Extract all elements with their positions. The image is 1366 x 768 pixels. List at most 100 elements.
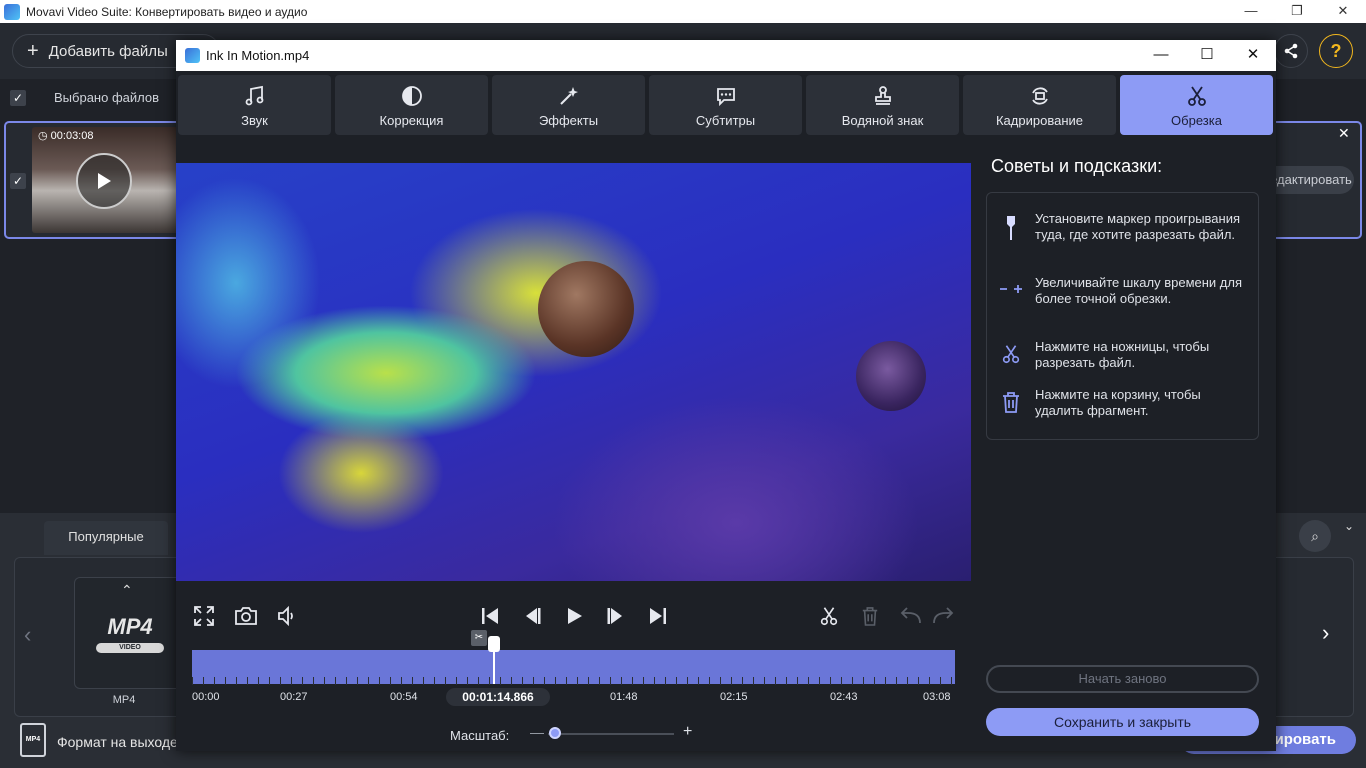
go-to-end-button[interactable] [644, 602, 672, 630]
tab-label: Субтитры [695, 112, 756, 128]
help-button[interactable]: ? [1319, 34, 1353, 68]
timeline-ticks [192, 677, 955, 685]
zoom-out-icon[interactable]: — [530, 724, 544, 740]
tab-label: Обрезка [1171, 112, 1222, 128]
scissors-icon [987, 339, 1035, 371]
thumbnail-play-button[interactable] [76, 153, 132, 209]
delete-fragment-button[interactable] [856, 602, 884, 630]
mp4-logo-sub: VIDEO [96, 643, 164, 653]
timeline-label: 02:15 [720, 691, 748, 703]
redo-icon [933, 607, 954, 624]
play-icon [98, 173, 111, 189]
music-note-icon [243, 83, 267, 109]
maximize-button[interactable]: ❐ [1274, 0, 1320, 23]
scissors-icon [1185, 83, 1209, 109]
tips-box: Установите маркер проигрывания туда, где… [986, 192, 1259, 440]
tip-text: Нажмите на ножницы, чтобы разрезать файл… [1035, 339, 1210, 370]
tab-label: Эффекты [538, 112, 599, 128]
speech-bubble-icon [714, 83, 738, 109]
timeline-label: 00:00 [192, 691, 220, 703]
tab-sound[interactable]: Звук [178, 75, 331, 135]
dialog-maximize-button[interactable]: ☐ [1184, 40, 1230, 71]
step-back-icon [526, 608, 541, 624]
editor-tabs: Звук Коррекция Эффекты Субтитры Водяной … [178, 75, 1276, 136]
tab-label: Коррекция [379, 112, 444, 128]
timeline-label: 00:54 [390, 691, 418, 703]
tab-trim[interactable]: Обрезка [1120, 75, 1273, 135]
app-logo-icon [4, 3, 20, 20]
tip-item: Установите маркер проигрывания туда, где… [987, 211, 1260, 243]
zoom-in-icon[interactable]: + [683, 723, 692, 741]
selected-files-label: Выбрано файлов [54, 90, 159, 105]
magic-wand-icon [557, 83, 581, 109]
next-frame-button[interactable] [602, 602, 630, 630]
format-tile-caption: MP4 [112, 694, 136, 706]
collapse-panel-icon[interactable]: ⌄ [1344, 519, 1354, 533]
chevron-up-icon[interactable]: ⌃ [121, 582, 133, 599]
tab-crop[interactable]: Кадрирование [963, 75, 1116, 135]
playhead-handle[interactable] [488, 636, 500, 652]
restart-button[interactable]: Начать заново [986, 665, 1259, 693]
output-format-icon: MP4 [20, 723, 46, 757]
trash-icon [987, 387, 1035, 419]
file-checkbox[interactable]: ✓ [10, 173, 26, 189]
minimize-button[interactable]: — [1228, 0, 1274, 23]
dialog-title: Ink In Motion.mp4 [206, 48, 310, 63]
tab-popular[interactable]: Популярные [44, 521, 168, 555]
zoom-timeline-icon [987, 275, 1035, 307]
redo-button[interactable] [928, 602, 956, 630]
formats-prev-icon[interactable]: ‹ [24, 622, 31, 648]
marker-icon [987, 211, 1035, 243]
cut-marker-icon[interactable]: ✂ [471, 630, 487, 646]
formats-next-icon[interactable]: › [1322, 620, 1329, 646]
tip-text: Увеличивайте шкалу времени для более точ… [1035, 275, 1242, 306]
plus-icon: + [27, 40, 39, 62]
video-preview[interactable] [176, 163, 971, 581]
trash-icon [862, 607, 878, 626]
tip-item: Нажмите на ножницы, чтобы разрезать файл… [987, 339, 1260, 371]
volume-button[interactable] [273, 602, 301, 630]
tab-watermark[interactable]: Водяной знак [806, 75, 959, 135]
search-format-icon[interactable]: ⌕ [1299, 520, 1331, 552]
go-to-start-button[interactable] [476, 602, 504, 630]
stamp-icon [871, 83, 895, 109]
fullscreen-icon [194, 606, 214, 626]
previous-frame-button[interactable] [518, 602, 546, 630]
play-button[interactable] [560, 602, 588, 630]
remove-file-icon[interactable]: ✕ [1338, 125, 1350, 142]
tab-subtitles[interactable]: Субтитры [649, 75, 802, 135]
undo-button[interactable] [898, 602, 926, 630]
fullscreen-button[interactable] [190, 602, 218, 630]
timeline-track[interactable] [192, 650, 955, 685]
zoom-slider-track[interactable] [548, 733, 674, 735]
share-button[interactable] [1274, 34, 1308, 68]
dialog-close-button[interactable]: ✕ [1230, 40, 1276, 71]
trim-dialog: Ink In Motion.mp4 — ☐ ✕ Звук Коррекция Э… [176, 40, 1276, 751]
app-titlebar: Movavi Video Suite: Конвертировать видео… [0, 0, 1366, 23]
save-and-close-button[interactable]: Сохранить и закрыть [986, 708, 1259, 736]
dialog-minimize-button[interactable]: — [1138, 40, 1184, 71]
output-format-label: Формат на выходе [57, 734, 178, 750]
cut-button[interactable] [815, 602, 843, 630]
tip-text: Нажмите на корзину, чтобы удалить фрагме… [1035, 387, 1201, 418]
tab-correction[interactable]: Коррекция [335, 75, 488, 135]
thumbnail-duration: ◷ 00:03:08 [38, 130, 94, 142]
share-icon [1284, 43, 1298, 59]
tab-label: Звук [241, 112, 268, 128]
close-button[interactable]: ✕ [1320, 0, 1366, 23]
tip-text: Установите маркер проигрывания туда, где… [1035, 211, 1241, 242]
snapshot-button[interactable] [232, 602, 260, 630]
add-files-label: Добавить файлы [48, 42, 168, 60]
zoom-slider-handle[interactable] [549, 727, 561, 739]
play-icon [568, 608, 582, 624]
timeline-label: 00:27 [280, 691, 308, 703]
skip-start-icon [482, 608, 498, 624]
tip-item: Нажмите на корзину, чтобы удалить фрагме… [987, 387, 1260, 419]
scale-label: Масштаб: [450, 728, 510, 743]
tab-label: Водяной знак [841, 112, 924, 128]
tab-effects[interactable]: Эффекты [492, 75, 645, 135]
select-all-checkbox[interactable]: ✓ [10, 90, 26, 106]
mp4-logo: MP4 [107, 614, 153, 639]
timeline-label: 01:48 [610, 691, 638, 703]
tip-item: Увеличивайте шкалу времени для более точ… [987, 275, 1260, 307]
